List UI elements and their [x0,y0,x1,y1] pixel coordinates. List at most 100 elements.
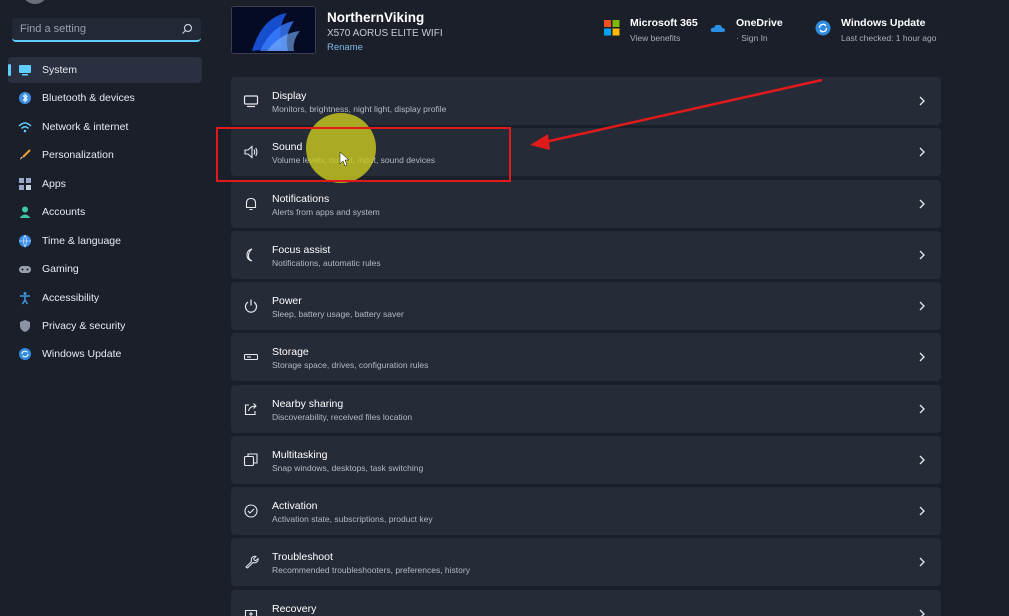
sidebar-item-accessibility[interactable]: Accessibility [8,285,202,311]
sidebar-item-bluetooth[interactable]: Bluetooth & devices [8,85,202,111]
chevron-right-icon [919,96,925,106]
update-icon [18,347,32,361]
windows-update-sub: Last checked: 1 hour ago [841,33,937,43]
search-icon[interactable] [181,23,193,35]
chevron-right-icon [919,352,925,362]
device-name: NorthernViking [327,10,425,25]
storage-icon [243,354,259,361]
microsoft365-tile[interactable]: Microsoft 365 View benefits [604,15,698,43]
sidebar: System Bluetooth & devices Network & int… [0,0,210,616]
setting-power[interactable]: Power Sleep, battery usage, battery save… [231,282,941,330]
sidebar-item-label: Gaming [42,263,79,276]
chevron-right-icon [919,199,925,208]
sidebar-item-label: System [42,64,78,76]
globe-icon [18,234,32,248]
microsoft365-title: Microsoft 365 [630,17,698,29]
accessibility-icon [18,291,32,305]
sidebar-item-time-language[interactable]: Time & language [8,228,202,254]
setting-troubleshoot[interactable]: Troubleshoot Recommended troubleshooters… [231,538,941,587]
network-icon [18,120,32,134]
sidebar-item-label: Personalization [42,149,114,162]
bluetooth-icon [18,91,32,105]
setting-storage[interactable]: Storage Storage space, drives, configura… [231,333,941,382]
sidebar-item-label: Bluetooth & devices [42,92,135,105]
multitask-icon [243,453,258,466]
onedrive-tile[interactable]: OneDrive · Sign In [710,15,783,43]
rename-link[interactable]: Rename [327,42,363,53]
setting-title: Notifications [272,192,330,205]
setting-subtitle: Snap windows, desktops, task switching [272,462,424,473]
recovery-icon [244,609,258,616]
setting-subtitle: Notifications, automatic rules [272,257,381,268]
setting-nearby-sharing[interactable]: Nearby sharing Discoverability, received… [231,384,941,433]
sidebar-item-system[interactable]: System [8,57,202,83]
setting-title: Sound [272,141,303,154]
update-icon [815,20,831,36]
search-input[interactable] [20,23,181,35]
setting-focus-assist[interactable]: Focus assist Notifications, automatic ru… [231,230,941,279]
sidebar-item-label: Time & language [42,234,121,247]
setting-multitasking[interactable]: Multitasking Snap windows, desktops, tas… [231,435,941,484]
device-model: X570 AORUS ELITE WIFI [327,28,443,39]
apps-icon [18,177,32,191]
sidebar-nav: System Bluetooth & devices Network & int… [8,57,202,370]
power-icon [244,299,258,313]
setting-recovery[interactable]: Recovery [231,589,941,616]
brush-icon [18,148,32,162]
search-box[interactable] [12,18,201,42]
display-icon [243,95,259,108]
setting-title: Display [272,90,307,102]
shield-icon [18,319,32,333]
setting-subtitle: Activation state, subscriptions, product… [272,514,433,524]
chevron-right-icon [919,301,925,311]
sidebar-item-label: Apps [42,177,66,190]
setting-subtitle: Discoverability, received files location [272,411,413,422]
sidebar-item-label: Accessibility [42,291,100,304]
accounts-icon [18,205,32,219]
setting-title: Troubleshoot [272,551,333,564]
chevron-right-icon [919,506,925,516]
share-icon [244,402,257,415]
setting-subtitle: Volume levels, output, input, sound devi… [272,155,436,166]
setting-title: Focus assist [272,243,331,256]
gaming-icon [18,262,32,276]
microsoft-logo-icon [604,20,620,36]
sidebar-item-privacy-security[interactable]: Privacy & security [8,313,202,339]
onedrive-sub: · Sign In [736,33,768,43]
user-avatar[interactable] [22,0,48,4]
setting-title: Storage [272,346,309,359]
setting-subtitle: Recommended troubleshooters, preferences… [272,565,470,576]
setting-subtitle: Alerts from apps and system [272,206,380,217]
setting-title: Power [272,295,302,307]
sidebar-item-gaming[interactable]: Gaming [8,256,202,282]
wrench-icon [245,556,259,569]
setting-title: Nearby sharing [272,397,344,410]
windows-update-tile[interactable]: Windows Update Last checked: 1 hour ago [815,15,936,43]
speaker-icon [244,145,258,159]
device-thumbnail [231,6,316,54]
sidebar-item-label: Windows Update [42,348,122,361]
settings-list: Display Monitors, brightness, night ligh… [231,77,941,616]
sidebar-item-accounts[interactable]: Accounts [8,199,202,225]
setting-title: Recovery [272,602,317,615]
setting-subtitle: Storage space, drives, configuration rul… [272,360,429,371]
chevron-right-icon [919,147,925,157]
microsoft365-sub: View benefits [630,33,681,43]
cloud-icon [710,24,725,32]
sidebar-item-personalization[interactable]: Personalization [8,142,202,168]
setting-title: Activation [272,500,318,512]
setting-sound[interactable]: Sound Volume levels, output, input, soun… [231,128,941,177]
windows-update-title: Windows Update [841,17,926,29]
setting-display[interactable]: Display Monitors, brightness, night ligh… [231,77,941,125]
sidebar-item-windows-update[interactable]: Windows Update [8,341,202,367]
chevron-right-icon [919,455,925,465]
setting-activation[interactable]: Activation Activation state, subscriptio… [231,487,941,535]
chevron-right-icon [919,404,925,413]
chevron-right-icon [919,250,925,260]
bell-icon [245,197,257,210]
sidebar-item-apps[interactable]: Apps [8,171,202,197]
setting-title: Multitasking [272,448,328,461]
onedrive-title: OneDrive [736,17,783,29]
sidebar-item-network[interactable]: Network & internet [8,114,202,140]
setting-notifications[interactable]: Notifications Alerts from apps and syste… [231,179,941,228]
